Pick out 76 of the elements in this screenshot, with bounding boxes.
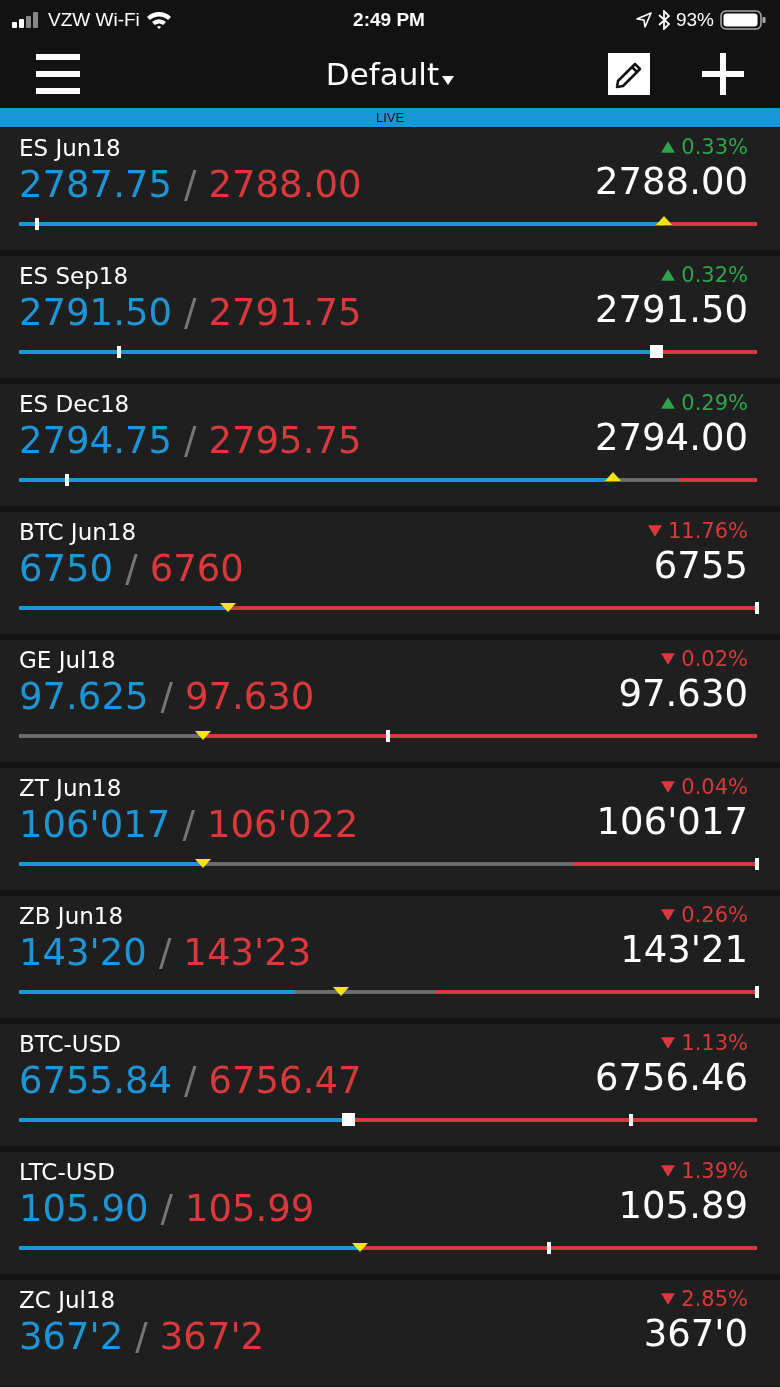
clock: 2:49 PM <box>353 9 425 31</box>
caret-icon <box>442 75 455 85</box>
price-separator: / <box>160 674 173 720</box>
change-percent: 0.32% <box>681 262 748 288</box>
bluetooth-icon <box>657 10 670 30</box>
ask-price: 105.99 <box>184 1186 315 1232</box>
last-price: 97.630 <box>618 672 748 716</box>
price-separator: / <box>182 802 195 848</box>
ask-price: 2788.00 <box>208 162 362 208</box>
battery-icon <box>720 10 766 30</box>
bid-price: 367'2 <box>19 1314 124 1360</box>
bid-price: 143'20 <box>19 930 147 976</box>
change-percent: 2.85% <box>681 1286 748 1312</box>
last-price: 2791.50 <box>595 288 748 332</box>
add-button[interactable] <box>702 53 744 95</box>
symbol-label: ZB Jun18 <box>19 902 125 930</box>
bid-price: 6755.84 <box>19 1058 172 1104</box>
menu-button[interactable] <box>36 52 80 96</box>
symbol-label: LTC-USD <box>19 1158 116 1186</box>
ask-price: 106'022 <box>206 802 359 848</box>
price-separator: / <box>125 546 138 592</box>
symbol-label: BTC-USD <box>19 1030 122 1058</box>
change-percent: 0.33% <box>681 134 748 160</box>
carrier-label: VZW Wi-Fi <box>48 9 140 31</box>
bid-price: 105.90 <box>19 1186 149 1232</box>
wifi-icon <box>145 11 172 29</box>
bid-price: 2794.75 <box>19 418 172 464</box>
change-percent: 0.04% <box>681 774 748 800</box>
watchlist-dropdown[interactable]: Default <box>325 56 455 92</box>
symbol-label: BTC Jun18 <box>19 518 138 546</box>
price-separator: / <box>184 162 197 208</box>
symbol-label: ES Sep18 <box>19 262 130 290</box>
last-price: 6755 <box>653 544 748 588</box>
price-separator: / <box>135 1314 148 1360</box>
last-price: 106'017 <box>596 800 748 844</box>
ask-price: 143'23 <box>183 930 312 976</box>
symbol-label: ZT Jun18 <box>19 774 123 802</box>
symbol-label: ZC Jul18 <box>19 1286 117 1314</box>
change-percent: 1.13% <box>681 1030 748 1056</box>
last-price: 105.89 <box>618 1184 748 1228</box>
menu-icon <box>36 52 80 96</box>
location-icon <box>635 12 652 28</box>
ask-price: 2791.75 <box>208 290 362 336</box>
bid-price: 6750 <box>19 546 114 592</box>
ask-price: 6756.47 <box>208 1058 362 1104</box>
symbol-label: ES Dec18 <box>19 390 131 418</box>
change-percent: 0.29% <box>681 390 748 416</box>
ask-price: 6760 <box>149 546 244 592</box>
edit-icon <box>608 53 650 95</box>
change-percent: 1.39% <box>681 1158 748 1184</box>
battery-percent: 93% <box>675 9 714 31</box>
ask-price: 97.630 <box>184 674 315 720</box>
live-banner: LIVE <box>0 108 780 127</box>
change-percent: 0.26% <box>681 902 748 928</box>
bid-price: 2791.50 <box>19 290 172 336</box>
symbol-label: GE Jul18 <box>19 646 117 674</box>
ask-price: 367'2 <box>159 1314 265 1360</box>
last-price: 6756.46 <box>595 1056 748 1100</box>
price-separator: / <box>160 1186 173 1232</box>
change-percent: 0.02% <box>681 646 748 672</box>
last-price: 367'0 <box>643 1312 748 1356</box>
bid-price: 106'017 <box>19 802 171 848</box>
price-separator: / <box>158 930 172 976</box>
edit-button[interactable] <box>608 53 650 95</box>
price-separator: / <box>184 1058 197 1104</box>
last-price: 2788.00 <box>595 160 748 204</box>
price-separator: / <box>184 418 197 464</box>
last-price: 2794.00 <box>595 416 748 460</box>
bid-price: 97.625 <box>19 674 149 720</box>
ask-price: 2795.75 <box>208 418 362 464</box>
change-percent: 11.76% <box>667 518 748 544</box>
last-price: 143'21 <box>620 928 748 972</box>
bid-price: 2787.75 <box>19 162 172 208</box>
plus-icon <box>702 53 744 95</box>
price-separator: / <box>184 290 197 336</box>
symbol-label: ES Jun18 <box>19 134 122 162</box>
